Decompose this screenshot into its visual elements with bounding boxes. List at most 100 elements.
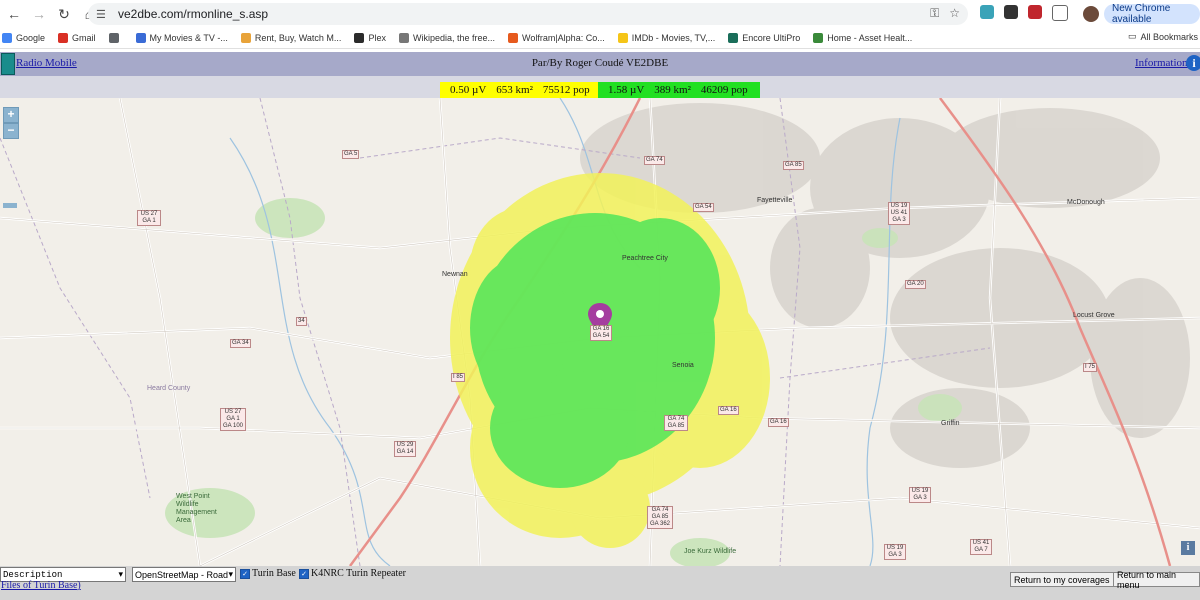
all-bookmarks-label: All Bookmarks <box>1140 31 1198 42</box>
bookmark-favicon-icon <box>813 33 824 43</box>
extension-shield-icon[interactable] <box>1028 5 1042 19</box>
browser-toolbar: ← → ↻ ⌂ ☰ ve2dbe.com/rmonline_s.asp ⚿ ☆ … <box>0 0 1200 28</box>
city-label: Griffin <box>941 420 960 427</box>
road-shield: GA 16 <box>768 418 789 427</box>
road-shield: GA 20 <box>905 280 926 289</box>
bookmarks-bar: Google Gmail My Movies & TV -... Rent, Buy,… <box>0 28 1200 49</box>
bookmark-item[interactable]: My Movies & TV -... <box>135 33 228 43</box>
map-type-select[interactable]: OpenStreetMap - Road ▾ <box>132 567 236 582</box>
site-info-icon[interactable]: ☰ <box>96 8 112 21</box>
road-shield: 34 <box>296 317 307 326</box>
map-info-icon[interactable]: i <box>1181 541 1195 555</box>
bookmark-label: Rent, Buy, Watch M... <box>254 33 342 43</box>
legend-green: 1.58 µV 389 km² 46209 pop <box>598 82 760 98</box>
legend-yellow-area: 653 km² <box>496 84 533 96</box>
password-key-icon[interactable]: ⚿ <box>930 6 939 21</box>
info-icon[interactable]: i <box>1186 55 1200 71</box>
files-link-text: Files of Turin Base <box>1 580 78 591</box>
forward-icon[interactable]: → <box>28 3 50 25</box>
bookmark-favicon-icon <box>617 33 628 43</box>
bookmark-label: My Movies & TV -... <box>149 33 228 43</box>
legend-green-area: 389 km² <box>654 84 691 96</box>
bookmark-favicon-icon <box>135 33 146 43</box>
road-shield: US 27 GA 1 <box>137 210 161 226</box>
bookmark-favicon-icon <box>728 33 739 43</box>
return-main-menu-button[interactable]: Return to main menu <box>1113 570 1200 590</box>
road-shield: US 19 GA 3 <box>909 487 931 503</box>
bookmark-item[interactable]: Rent, Buy, Watch M... <box>240 33 342 43</box>
information-link[interactable]: Information <box>1135 57 1188 69</box>
city-label: Peachtree City <box>622 255 668 262</box>
bookmark-item[interactable]: Google <box>2 33 45 43</box>
chevron-down-icon: ▾ <box>118 569 123 580</box>
bookmark-label: Plex <box>368 33 386 43</box>
bookmark-item[interactable]: Wikipedia, the free... <box>398 33 495 43</box>
extensions-puzzle-icon[interactable] <box>1052 5 1068 21</box>
bookmark-favicon-icon <box>508 33 518 43</box>
bottom-controls: Description ▾ OpenStreetMap - Road ▾ ✓ T… <box>0 566 1200 600</box>
bookmark-item[interactable]: Wolfram|Alpha: Co... <box>508 33 605 43</box>
road-shield: GA 74 <box>644 156 665 165</box>
bookmark-item[interactable]: Home - Asset Healt... <box>813 33 912 43</box>
folder-icon: ▭ <box>1127 31 1137 41</box>
checkbox-checked-icon: ✓ <box>299 568 309 579</box>
city-label: Fayetteville <box>757 197 793 204</box>
zoom-in-button[interactable]: + <box>3 107 19 123</box>
road-shield: US 41 GA 7 <box>970 539 992 555</box>
road-shield: GA 16 <box>718 406 739 415</box>
road-shield: US 29 GA 14 <box>394 441 416 457</box>
marker-label: GA 16 GA 54 <box>590 325 612 341</box>
new-chrome-button[interactable]: New Chrome available <box>1104 3 1200 25</box>
return-coverages-button[interactable]: Return to my coverages <box>1010 572 1114 587</box>
zoom-out-button[interactable]: − <box>3 123 19 139</box>
road-shield: GA 74 GA 85 GA 362 <box>647 506 673 529</box>
city-label: McDonough <box>1067 199 1105 206</box>
road-shield: GA 54 <box>693 203 714 212</box>
repeater-checkbox[interactable]: ✓ K4NRC Turin Repeater <box>299 568 406 579</box>
chevron-down-icon: ▾ <box>228 569 233 579</box>
bookmark-label: IMDb - Movies, TV,... <box>631 33 716 43</box>
extension-teal-icon[interactable] <box>980 5 994 19</box>
road-shield: I 85 <box>451 373 466 382</box>
road-shield: US 27 GA 1 GA 100 <box>220 408 246 431</box>
turin-base-checkbox[interactable]: ✓ Turin Base <box>240 568 296 579</box>
turin-base-label: Turin Base <box>252 568 296 579</box>
bookmark-label: Gmail <box>72 33 96 43</box>
legend-yellow: 0.50 µV 653 km² 75512 pop <box>440 82 598 98</box>
back-icon[interactable]: ← <box>3 3 25 25</box>
address-bar[interactable]: ☰ ve2dbe.com/rmonline_s.asp ⚿ ☆ <box>88 3 968 25</box>
url-text: ve2dbe.com/rmonline_s.asp <box>118 7 269 21</box>
city-label: Senoia <box>672 362 694 369</box>
extension-dark-icon[interactable] <box>1004 5 1018 19</box>
road-shield: US 19 GA 3 <box>884 544 906 560</box>
all-bookmarks-button[interactable]: ▭ All Bookmarks <box>1128 31 1198 42</box>
bookmark-favicon-icon <box>2 33 12 43</box>
bookmark-label: Wolfram|Alpha: Co... <box>522 33 605 43</box>
coverage-map[interactable]: Newnan Peachtree City Fayetteville McDon… <box>0 98 1200 566</box>
map-type-select-value: OpenStreetMap - Road <box>135 569 229 580</box>
bookmark-item[interactable] <box>108 33 123 43</box>
city-label: Heard County <box>147 385 191 392</box>
road-shield: GA 34 <box>230 339 251 348</box>
bookmark-item[interactable]: Gmail <box>58 33 96 43</box>
rm-header: Radio Mobile Par/By Roger Coudé VE2DBE I… <box>0 52 1200 76</box>
legend-yellow-pop: 75512 pop <box>542 84 590 96</box>
reload-icon[interactable]: ↻ <box>53 3 75 25</box>
bookmark-favicon-icon <box>354 33 365 43</box>
road-shield: US 19 US 41 GA 3 <box>888 202 910 225</box>
bookmark-item[interactable]: Encore UltiPro <box>728 33 800 43</box>
bookmark-star-icon[interactable]: ☆ <box>949 6 960 21</box>
road-shield: I 75 <box>1083 363 1098 372</box>
bookmark-item[interactable]: IMDb - Movies, TV,... <box>617 33 716 43</box>
repeater-label: K4NRC Turin Repeater <box>311 568 406 579</box>
files-link[interactable]: Files of Turin Base) <box>1 580 81 591</box>
description-select-value: Description <box>3 569 63 580</box>
city-label: Locust Grove <box>1073 312 1115 319</box>
bookmark-favicon-icon <box>398 33 409 43</box>
road-shield: GA 85 <box>783 161 804 170</box>
bookmark-label: Wikipedia, the free... <box>412 33 495 43</box>
zoom-slider-handle[interactable] <box>3 203 17 208</box>
profile-avatar[interactable] <box>1083 6 1099 22</box>
bookmark-item[interactable]: Plex <box>354 33 386 43</box>
bookmark-label: Encore UltiPro <box>742 33 801 43</box>
